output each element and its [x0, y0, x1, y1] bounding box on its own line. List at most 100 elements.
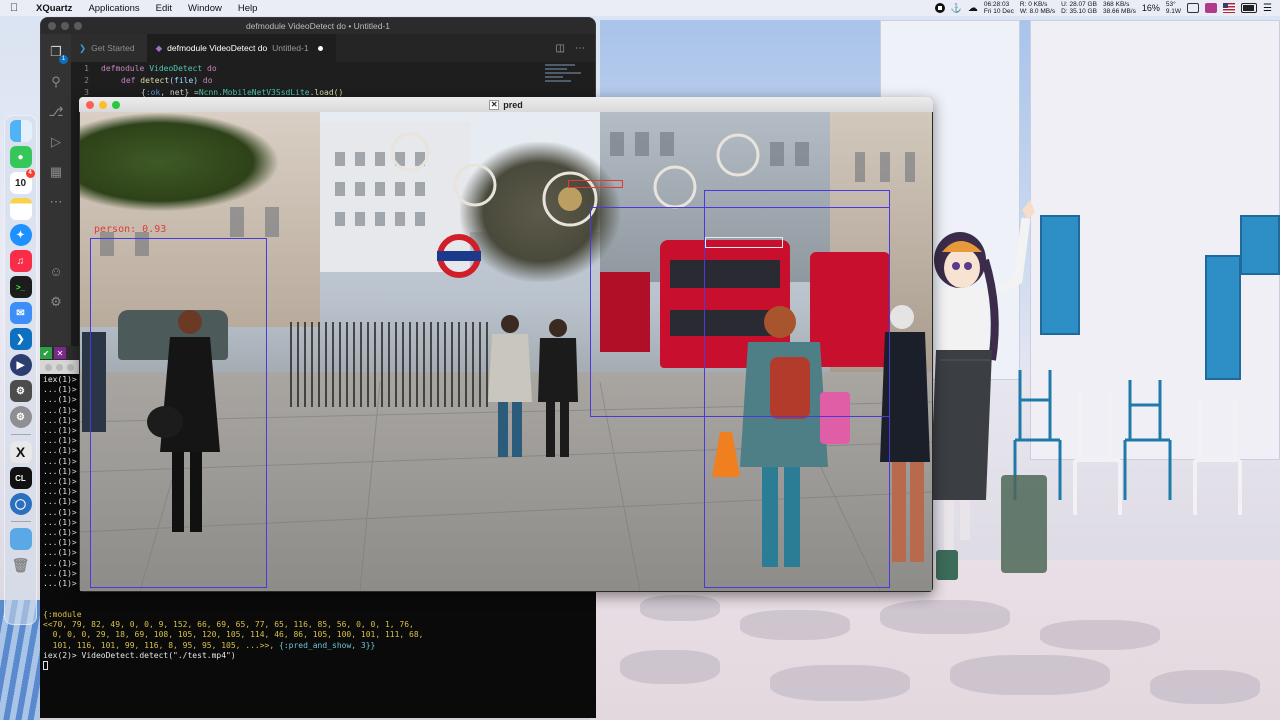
code-editor[interactable]: 1 defmodule VideoDetect do 2 def detect(… [71, 62, 595, 102]
cpu-usage[interactable]: 16% [1142, 3, 1160, 13]
minimize-button[interactable] [61, 22, 69, 30]
manage-gear-icon[interactable]: ⚙ [48, 294, 64, 310]
pred-window-title-group: ✕ pred [79, 99, 933, 110]
code-args: (file) [169, 75, 199, 85]
sensor-widget: 53° 9.1W [1166, 1, 1181, 15]
dock-messages-icon[interactable]: ● [9, 146, 32, 168]
code-keyword: do [207, 63, 217, 73]
run-debug-icon[interactable]: ▷ [48, 134, 64, 150]
wallpaper-stone [880, 600, 1010, 634]
editor-actions: ◫ ⋯ [556, 34, 595, 62]
code-module-name: VideoDetect [149, 63, 203, 73]
zoom-button[interactable] [67, 363, 74, 371]
menu-help[interactable]: Help [230, 3, 266, 14]
dock-settings-icon[interactable]: ⚙ [9, 406, 32, 428]
terminal-tab-icon[interactable]: ✔ [40, 347, 52, 359]
cloud-icon[interactable]: ☁ [968, 3, 978, 14]
dock-separator [10, 434, 31, 435]
more-icon[interactable]: ⋯ [48, 194, 64, 210]
more-actions-icon[interactable]: ⋯ [575, 43, 585, 54]
dock-xquartz-icon[interactable]: X [9, 441, 32, 463]
window-controls [41, 22, 82, 30]
close-button[interactable] [45, 363, 52, 371]
dock-app-icon[interactable]: ◯ [9, 493, 32, 515]
disk-write-value: 8.0 MB/s [1029, 8, 1056, 15]
docker-icon[interactable]: ⚓ [951, 3, 962, 14]
explorer-badge: 1 [59, 55, 68, 64]
terminal-close-tab-icon[interactable]: ✕ [54, 347, 66, 359]
menu-tool-icon[interactable] [1187, 3, 1200, 13]
binary-output: <<70, 79, 82, 49, 0, 0, 9, 152, 66, 69, … [43, 620, 414, 630]
search-icon[interactable]: ⚲ [48, 74, 64, 90]
data-usage-widget: U: 28.07 GB D: 35.10 GB [1061, 1, 1097, 15]
tab-sublabel: Untitled-1 [272, 43, 309, 53]
close-button[interactable] [48, 22, 56, 30]
binary-output: 0, 0, 0, 29, 18, 69, 108, 105, 120, 105,… [43, 630, 424, 640]
tab-untitled[interactable]: ◆ defmodule VideoDetect do Untitled-1 [147, 34, 336, 62]
code-text: , net} = [160, 87, 199, 97]
tab-label: defmodule VideoDetect do [167, 43, 268, 53]
code-line: 1 defmodule VideoDetect do [71, 62, 595, 74]
explorer-icon[interactable]: ❐ 1 [48, 44, 68, 64]
split-editor-icon[interactable]: ◫ [556, 43, 565, 54]
dock-mail-icon[interactable]: ✉ [9, 302, 32, 324]
x11-icon: ✕ [489, 99, 500, 110]
minimize-button[interactable] [56, 363, 63, 371]
dock-calendar-icon[interactable]: 10 4 [9, 169, 35, 194]
dock-finder-icon[interactable] [9, 120, 32, 142]
elixir-file-icon: ◆ [155, 42, 163, 53]
dock-music-icon[interactable]: ♫ [9, 250, 32, 272]
calendar-day: 10 [14, 177, 27, 189]
calendar-badge: 4 [25, 169, 35, 178]
wallpaper-stone [770, 665, 910, 701]
dock-vscode-icon[interactable]: ❯ [9, 328, 32, 350]
detection-label: person: 0.93 [94, 224, 167, 235]
code-function-name: detect [140, 75, 170, 85]
zoom-button[interactable] [74, 22, 82, 30]
code-keyword: do [202, 75, 213, 85]
dock-downloads-icon[interactable] [9, 528, 32, 550]
code-call: .load() [309, 87, 344, 97]
editor-tabs: ❯ Get Started ◆ defmodule VideoDetect do… [71, 34, 595, 62]
tab-label: Get Started [91, 43, 135, 53]
usage-up-value: 28.07 GB [1069, 1, 1097, 8]
menu-window[interactable]: Window [180, 3, 230, 14]
dock-terminal-icon[interactable]: >_ [9, 276, 32, 298]
minimap[interactable] [545, 64, 585, 94]
terminal-cursor [43, 661, 48, 671]
menu-applications[interactable]: Applications [80, 3, 147, 14]
us-flag-icon[interactable] [1223, 3, 1236, 13]
usage-down-value: 35.10 GB [1069, 8, 1097, 15]
usage-down-label: D: [1061, 8, 1068, 15]
unsaved-dot-icon[interactable] [317, 45, 323, 51]
apple-menu-icon[interactable]:  [0, 2, 28, 14]
dock-xcode-icon[interactable]: ⚙ [9, 380, 32, 402]
menu-edit[interactable]: Edit [148, 3, 180, 14]
wallpaper-stone [740, 610, 850, 640]
clock-date: Fri 10 Dec [983, 8, 1014, 15]
dock-trash-icon[interactable]: 🗑 [10, 554, 32, 576]
account-icon[interactable]: ☺ [48, 264, 64, 280]
source-control-icon[interactable]: ⎇ [48, 104, 64, 120]
dock-clion-icon[interactable]: CL [9, 467, 32, 489]
dock-separator [10, 521, 31, 522]
dock-quicktime-icon[interactable]: ▶ [9, 354, 32, 376]
dock: ● 10 4 ✦ ♫ >_ ✉ ❯ ▶ ⚙ ⚙ X CL ◯ 🗑 [4, 115, 37, 625]
detection-box [568, 180, 623, 188]
disk-write-label: W: [1019, 8, 1028, 15]
menu-app-name[interactable]: XQuartz [28, 3, 80, 14]
vscode-titlebar: defmodule VideoDetect do • Untitled-1 [41, 18, 595, 34]
extensions-icon[interactable]: ▦ [48, 164, 64, 180]
dock-notes-icon[interactable] [9, 198, 32, 220]
record-stop-icon[interactable] [934, 3, 945, 13]
wallpaper-stone [1150, 670, 1260, 704]
control-center-icon[interactable]: ☰ [1263, 3, 1272, 14]
video-frame: person: 0.93 [80, 112, 932, 591]
tab-get-started[interactable]: ❯ Get Started [71, 34, 148, 62]
battery-icon[interactable] [1241, 3, 1258, 13]
binary-output: 101, 116, 101, 99, 116, 8, 95, 95, 105, … [43, 640, 280, 650]
activity-bar: ❐ 1 ⚲ ⎇ ▷ ▦ ⋯ ☺ ⚙ [41, 34, 71, 354]
mascot-icon[interactable] [1205, 3, 1218, 13]
pred-window-title: pred [503, 99, 523, 110]
dock-safari-icon[interactable]: ✦ [9, 224, 32, 246]
